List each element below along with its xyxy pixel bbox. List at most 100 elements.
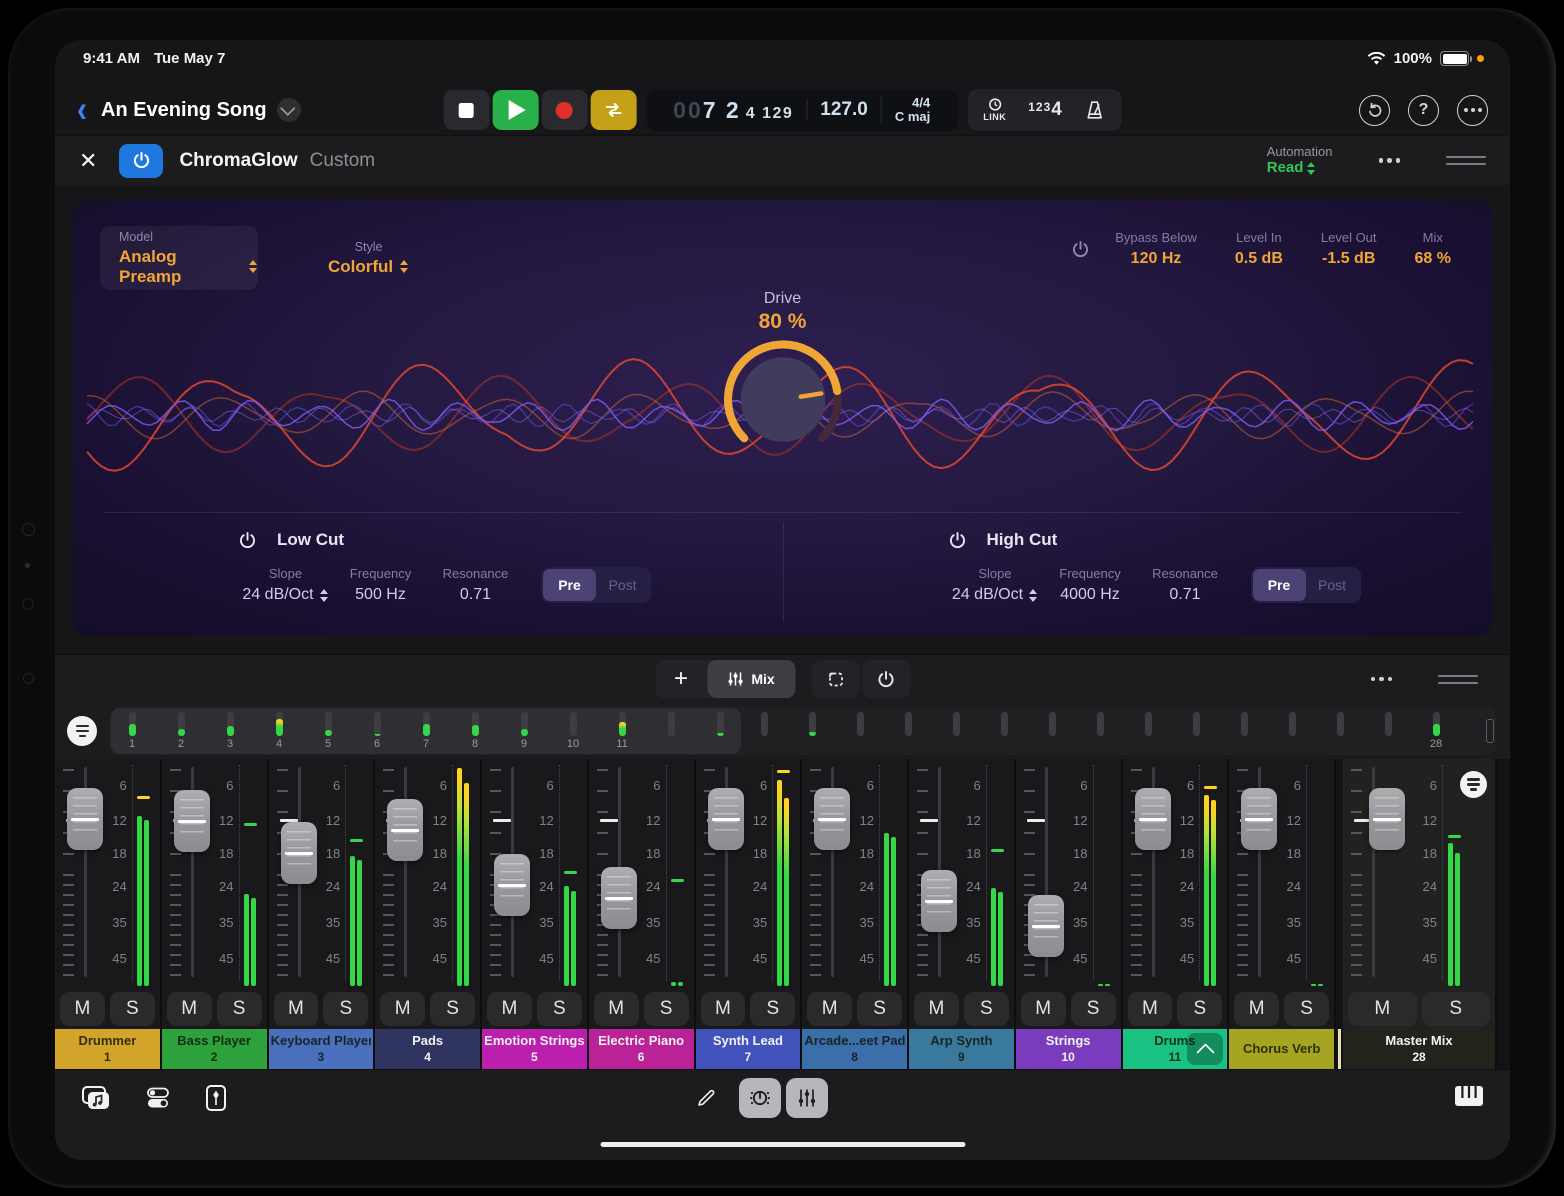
pre-segment[interactable]: Pre [1253, 569, 1306, 601]
song-title[interactable]: An Evening Song [101, 99, 267, 122]
low-cut-resonance[interactable]: Resonance 0.71 [428, 566, 523, 604]
low-cut-power-icon[interactable] [238, 531, 257, 550]
track-label[interactable]: Electric Piano6 [589, 1029, 694, 1069]
drive-knob[interactable] [708, 332, 858, 467]
solo-button[interactable]: S [644, 992, 689, 1026]
overview-track-1[interactable]: 1 [127, 712, 137, 750]
volume-fader[interactable] [67, 788, 103, 850]
mute-button[interactable]: M [1021, 992, 1066, 1026]
overview-track-17[interactable] [903, 712, 913, 750]
overview-track-7[interactable]: 7 [421, 712, 431, 750]
solo-button[interactable]: S [1177, 992, 1222, 1026]
track-label[interactable]: Pads4 [375, 1029, 480, 1069]
volume-fader[interactable] [1135, 788, 1171, 850]
track-label[interactable]: Arp Synth9 [909, 1029, 1014, 1069]
overview-track-15[interactable] [807, 712, 817, 750]
solo-button[interactable]: S [323, 992, 368, 1026]
solo-button[interactable]: S [964, 992, 1009, 1026]
overview-rail[interactable]: 1234567891011 28 [109, 707, 1496, 755]
high-cut-power-icon[interactable] [948, 531, 967, 550]
mute-button[interactable]: M [487, 992, 532, 1026]
solo-button[interactable]: S [1071, 992, 1116, 1026]
mixer-resize-handle[interactable] [1438, 675, 1478, 684]
plugin-preset[interactable]: Custom [310, 150, 375, 172]
solo-button[interactable]: S [750, 992, 795, 1026]
high-cut-resonance[interactable]: Resonance 0.71 [1138, 566, 1233, 604]
low-cut-slope[interactable]: Slope 24 dB/Oct [238, 566, 333, 604]
record-button[interactable] [541, 90, 587, 130]
fader-view-icon[interactable] [205, 1084, 227, 1112]
stop-button[interactable] [443, 90, 489, 130]
overview-track-25[interactable] [1287, 712, 1297, 750]
plugin-more-button[interactable] [1379, 158, 1401, 163]
collapse-stack-button[interactable] [1187, 1033, 1223, 1065]
overview-track-13[interactable] [715, 712, 725, 750]
overview-track-24[interactable] [1239, 712, 1249, 750]
overview-track-26[interactable] [1335, 712, 1345, 750]
level-out-param[interactable]: Level Out -1.5 dB [1302, 230, 1396, 268]
overview-track-14[interactable] [759, 712, 769, 750]
track-label[interactable]: Arcade...eet Pad8 [802, 1029, 907, 1069]
overview-track-20[interactable] [1047, 712, 1057, 750]
mix-param[interactable]: Mix 68 % [1396, 230, 1470, 268]
plugin-power-button[interactable] [119, 144, 163, 178]
overview-track-18[interactable] [951, 712, 961, 750]
mute-button[interactable]: M [914, 992, 959, 1026]
cycle-button[interactable] [590, 90, 636, 130]
style-selector[interactable]: Style Colorful [328, 226, 409, 290]
model-selector[interactable]: Model Analog Preamp [100, 226, 258, 290]
overview-track-10[interactable]: 10 [568, 712, 578, 750]
overview-track-12[interactable] [666, 712, 676, 750]
mute-button[interactable]: M [380, 992, 425, 1026]
overview-track-9[interactable]: 9 [519, 712, 529, 750]
count-in-button[interactable]: 1234 [1028, 99, 1062, 121]
volume-fader[interactable] [387, 799, 423, 861]
overview-track-11[interactable]: 11 [617, 712, 627, 750]
plugin-resize-handle[interactable] [1446, 156, 1486, 165]
mute-button[interactable]: M [1348, 992, 1417, 1026]
track-label[interactable]: Strings10 [1016, 1029, 1121, 1069]
add-track-button[interactable]: + [655, 660, 707, 698]
high-cut-slope[interactable]: Slope 24 dB/Oct [948, 566, 1043, 604]
volume-fader[interactable] [601, 867, 637, 929]
overview-track-28[interactable]: 28 [1431, 712, 1441, 750]
solo-button[interactable]: S [110, 992, 155, 1026]
track-label[interactable]: Drums11 [1123, 1029, 1228, 1069]
post-segment[interactable]: Post [596, 569, 649, 601]
overview-track-3[interactable]: 3 [225, 712, 235, 750]
overview-track-22[interactable] [1143, 712, 1153, 750]
mute-button[interactable]: M [1234, 992, 1279, 1026]
home-indicator[interactable] [600, 1142, 965, 1148]
mute-button[interactable]: M [1128, 992, 1173, 1026]
mute-button[interactable]: M [701, 992, 746, 1026]
overview-track-6[interactable]: 6 [372, 712, 382, 750]
mute-button[interactable]: M [167, 992, 212, 1026]
overview-track-19[interactable] [999, 712, 1009, 750]
volume-fader[interactable] [1028, 895, 1064, 957]
mute-button[interactable]: M [594, 992, 639, 1026]
low-cut-frequency[interactable]: Frequency 500 Hz [333, 566, 428, 604]
track-label[interactable]: Drummer1 [55, 1029, 160, 1069]
solo-button[interactable]: S [537, 992, 582, 1026]
overview-track-2[interactable]: 2 [176, 712, 186, 750]
volume-fader[interactable] [174, 790, 210, 852]
controls-toggle-icon[interactable] [145, 1085, 171, 1111]
post-segment[interactable]: Post [1306, 569, 1359, 601]
overview-track-23[interactable] [1191, 712, 1201, 750]
volume-fader[interactable] [1241, 788, 1277, 850]
solo-button[interactable]: S [217, 992, 262, 1026]
back-button[interactable]: ‹ [77, 91, 87, 129]
solo-button[interactable]: S [430, 992, 475, 1026]
track-label[interactable]: Bass Player2 [162, 1029, 267, 1069]
link-button[interactable]: LINK [983, 98, 1006, 122]
close-plugin-button[interactable]: ✕ [79, 150, 97, 172]
mixer-power-button[interactable] [862, 660, 910, 698]
play-button[interactable] [492, 90, 538, 130]
mix-view-button[interactable]: Mix [707, 660, 795, 698]
mute-button[interactable]: M [807, 992, 852, 1026]
bypass-below-param[interactable]: Bypass Below 120 Hz [1096, 230, 1216, 268]
automation-mode-control[interactable]: Automation Read [1267, 144, 1333, 178]
pencil-icon[interactable] [695, 1087, 717, 1109]
track-filter-button[interactable] [67, 716, 97, 746]
multiselect-button[interactable] [811, 660, 859, 698]
